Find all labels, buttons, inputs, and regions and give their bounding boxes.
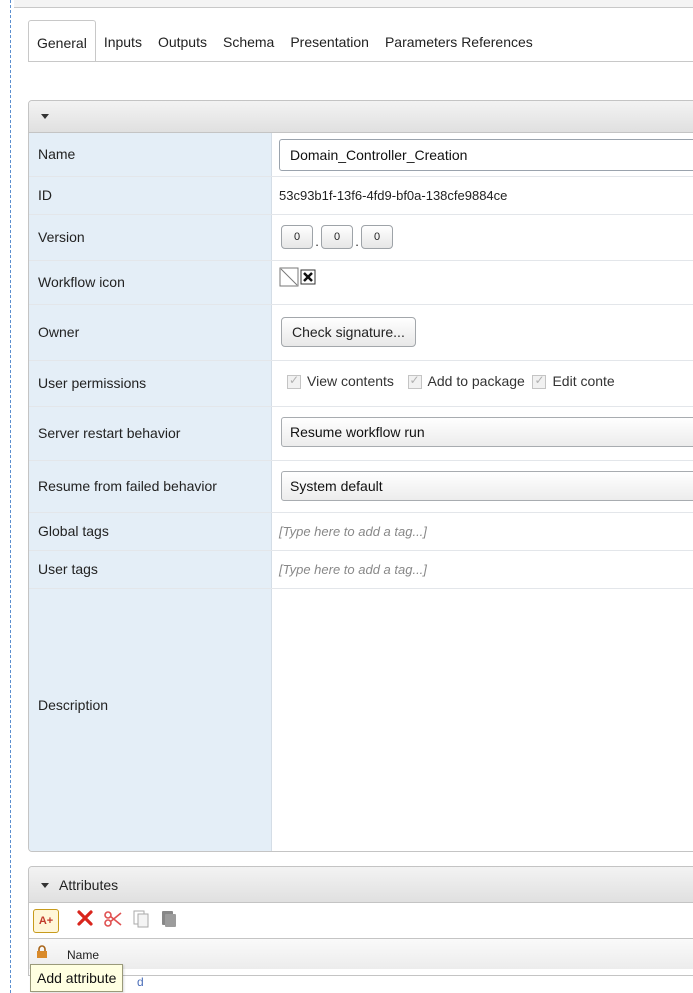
row-global-tags: Global tags [Type here to add a tag...] xyxy=(29,513,693,551)
row-description: Description xyxy=(29,589,693,851)
attributes-header[interactable]: Attributes xyxy=(29,867,693,903)
lock-icon xyxy=(37,945,47,958)
tab-presentation[interactable]: Presentation xyxy=(282,22,377,62)
row-owner: Owner Check signature... xyxy=(29,305,693,361)
add-attribute-icon[interactable]: A+ xyxy=(33,909,59,933)
cut-icon[interactable] xyxy=(101,909,125,933)
server-restart-label: Server restart behavior xyxy=(38,425,181,441)
global-tags-label: Global tags xyxy=(38,523,109,539)
description-textarea[interactable] xyxy=(273,589,693,851)
name-label: Name xyxy=(38,146,76,162)
version-patch-button[interactable]: 0 xyxy=(361,225,393,249)
add-attribute-tooltip: Add attribute xyxy=(30,964,124,992)
row-user-tags: User tags [Type here to add a tag...] xyxy=(29,551,693,589)
version-separator: . xyxy=(315,234,319,249)
workflow-image-icon[interactable] xyxy=(279,267,325,289)
general-panel: Name Domain_Controller_Creation ID 53c93… xyxy=(28,100,693,852)
check-signature-button[interactable]: Check signature... xyxy=(281,317,416,347)
attributes-column-header: Name xyxy=(29,939,693,969)
row-resume-failed: Resume from failed behavior System defau… xyxy=(29,461,693,513)
row-server-restart: Server restart behavior Resume workflow … xyxy=(29,407,693,461)
row-version: Version 0.0.0 xyxy=(29,215,693,261)
version-minor-button[interactable]: 0 xyxy=(321,225,353,249)
tab-inputs[interactable]: Inputs xyxy=(96,22,150,62)
tab-schema[interactable]: Schema xyxy=(215,22,282,62)
tab-divider xyxy=(28,61,693,62)
row-id: ID 53c93b1f-13f6-4fd9-bf0a-138cfe9884ce xyxy=(29,177,693,215)
permission-edit-contents[interactable]: Edit conte xyxy=(532,373,615,390)
version-label: Version xyxy=(38,229,85,245)
tab-bar: General Inputs Outputs Schema Presentati… xyxy=(28,20,693,62)
attributes-panel: Attributes A+ Name xyxy=(28,866,693,976)
id-value: 53c93b1f-13f6-4fd9-bf0a-138cfe9884ce xyxy=(279,188,508,203)
row-workflow-icon: Workflow icon xyxy=(29,261,693,305)
user-tags-input[interactable]: [Type here to add a tag...] xyxy=(279,562,693,577)
user-permissions-label: User permissions xyxy=(38,375,147,391)
version-separator: . xyxy=(355,234,359,249)
table-cell-fragment: d xyxy=(137,975,144,989)
paste-icon[interactable] xyxy=(157,909,181,933)
tab-parameters-references[interactable]: Parameters References xyxy=(377,22,541,62)
version-major-button[interactable]: 0 xyxy=(281,225,313,249)
copy-icon[interactable] xyxy=(129,909,153,933)
general-panel-header[interactable] xyxy=(29,101,693,133)
column-name-header[interactable]: Name xyxy=(67,948,99,962)
tab-outputs[interactable]: Outputs xyxy=(150,22,215,62)
attributes-toolbar: A+ xyxy=(29,903,693,939)
focus-border xyxy=(10,0,11,993)
id-label: ID xyxy=(38,187,52,203)
server-restart-select[interactable]: Resume workflow run xyxy=(281,417,693,447)
workflow-icon-label: Workflow icon xyxy=(38,274,125,290)
checkbox-icon[interactable] xyxy=(532,373,547,390)
delete-icon[interactable] xyxy=(73,909,97,933)
resume-failed-select[interactable]: System default xyxy=(281,471,693,501)
user-tags-label: User tags xyxy=(38,561,98,577)
tab-general[interactable]: General xyxy=(28,20,96,62)
resume-failed-label: Resume from failed behavior xyxy=(38,478,217,494)
dropdown-caret-icon[interactable] xyxy=(41,883,49,888)
window-top-strip xyxy=(14,0,693,8)
row-name: Name Domain_Controller_Creation xyxy=(29,133,693,177)
owner-label: Owner xyxy=(38,324,80,340)
checkbox-icon[interactable] xyxy=(287,373,301,390)
description-label: Description xyxy=(38,697,109,713)
row-user-permissions: User permissions View contents Add to pa… xyxy=(29,361,693,407)
clear-icon xyxy=(300,269,316,285)
attributes-title: Attributes xyxy=(59,877,119,893)
dropdown-caret-icon[interactable] xyxy=(41,114,49,119)
permission-view-contents[interactable]: View contents xyxy=(287,373,394,390)
global-tags-input[interactable]: [Type here to add a tag...] xyxy=(279,524,693,539)
checkbox-icon[interactable] xyxy=(407,373,422,390)
permission-add-to-package[interactable]: Add to package xyxy=(407,373,525,390)
name-input[interactable]: Domain_Controller_Creation xyxy=(279,139,693,171)
